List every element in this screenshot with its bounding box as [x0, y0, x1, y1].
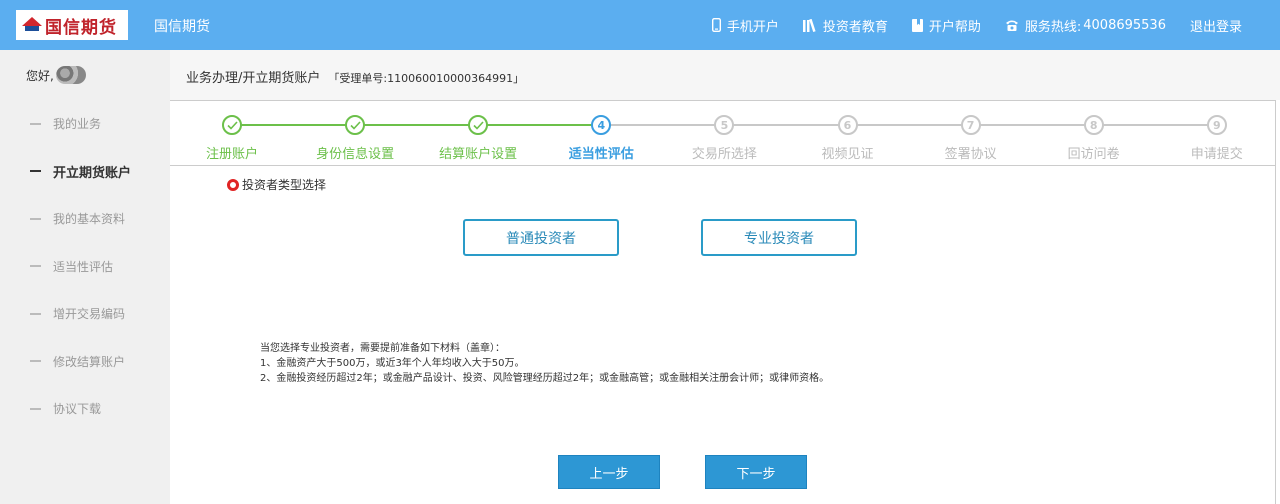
step-number-circle: 9	[1206, 115, 1227, 135]
step-connector	[1093, 124, 1217, 126]
bullet-ring-icon	[227, 178, 239, 191]
step-number-circle: 6	[837, 115, 858, 135]
prev-step-button[interactable]: 上一步	[558, 455, 660, 489]
sidebar-item-label: 增开交易编码	[53, 307, 126, 322]
hotline-label: 服务热线:	[1024, 19, 1082, 35]
step-connector	[478, 124, 602, 126]
sidebar-item-label: 我的业务	[53, 117, 102, 132]
hotline-number: 4008695536	[1083, 17, 1166, 33]
step-progress: 注册账户 身份信息设置 结算账户设置 4 适当性评估 5 交易所选择 6 视频见证 7 签署协议 8 回…	[170, 101, 1276, 166]
step-label: 回访问卷	[1067, 147, 1120, 162]
sidebar: 您好, 我的业务 开立期货账户 我的基本资料 适当性评估 增开交易编码 修改结算…	[0, 50, 170, 504]
sidebar-item-open-futures-account[interactable]: 开立期货账户	[0, 148, 170, 196]
brand-name[interactable]: 国信期货	[154, 16, 210, 36]
professional-requirements-notes: 当您选择专业投资者，需要提前准备如下材料（盖章）： 1、金融资产大于500万，或…	[260, 341, 829, 386]
sidebar-item-label: 开立期货账户	[53, 165, 132, 181]
step-label: 适当性评估	[568, 147, 634, 162]
mobile-icon	[711, 18, 721, 32]
step-number-circle: 4	[591, 115, 612, 135]
logo-mark-icon	[22, 17, 42, 33]
sidebar-item-basic-info[interactable]: 我的基本资料	[0, 195, 170, 243]
breadcrumb: 业务办理/开立期货账户 「受理单号:110060010000364991」	[186, 67, 524, 86]
step-number-circle: 8	[1083, 115, 1104, 135]
dash-icon	[30, 122, 41, 125]
phone-icon	[1005, 20, 1018, 31]
next-step-button[interactable]: 下一步	[705, 455, 807, 489]
main-content: 注册账户 身份信息设置 结算账户设置 4 适当性评估 5 交易所选择 6 视频见证 7 签署协议 8 回…	[170, 100, 1276, 504]
professional-investor-button[interactable]: 专业投资者	[701, 219, 857, 256]
dash-icon	[30, 170, 41, 173]
ticket-number: 「受理单号:110060010000364991」	[328, 72, 525, 85]
books-icon	[802, 18, 816, 32]
sidebar-item-my-business[interactable]: 我的业务	[0, 100, 170, 148]
nav-hotline: 服务热线: 4008695536	[1005, 16, 1166, 35]
ordinary-investor-button[interactable]: 普通投资者	[463, 219, 619, 256]
user-greeting: 您好,	[26, 66, 86, 84]
greeting-text: 您好,	[26, 68, 54, 83]
top-header: 国信期货 国信期货 手机开户 投资者教育 开户帮助 服务热线: 40086955…	[0, 0, 1280, 50]
step-connector	[970, 124, 1094, 126]
bookmark-icon	[911, 18, 923, 32]
step-label: 交易所选择	[691, 147, 757, 162]
step-number-circle: 5	[714, 115, 735, 135]
section-title: 投资者类型选择	[227, 176, 326, 193]
sidebar-item-suitability[interactable]: 适当性评估	[0, 243, 170, 291]
sidebar-item-add-trading-code[interactable]: 增开交易编码	[0, 290, 170, 338]
step-check-icon	[468, 115, 489, 135]
step-connector	[355, 124, 479, 126]
header-nav: 手机开户 投资者教育 开户帮助 服务热线: 4008695536 退出登录	[688, 0, 1242, 50]
logout-link[interactable]: 退出登录	[1190, 16, 1242, 35]
avatar[interactable]	[55, 66, 86, 84]
step-label: 申请提交	[1190, 147, 1243, 162]
sidebar-item-label: 修改结算账户	[53, 354, 126, 369]
sidebar-item-agreement-download[interactable]: 协议下载	[0, 385, 170, 433]
logout-label: 退出登录	[1189, 19, 1242, 35]
dash-icon	[30, 407, 41, 410]
nav-investor-education[interactable]: 投资者教育	[802, 16, 888, 35]
notes-line: 当您选择专业投资者，需要提前准备如下材料（盖章）：	[260, 343, 505, 354]
notes-line: 2、金融投资经历超过2年；或金融产品设计、投资、风险管理经历超过2年；或金融高管…	[260, 373, 830, 384]
step-check-icon	[222, 115, 242, 135]
logo-text: 国信期货	[45, 17, 117, 38]
nav-mobile-open[interactable]: 手机开户	[711, 16, 779, 35]
step-label: 身份信息设置	[316, 147, 395, 162]
step-connector	[847, 124, 971, 126]
sidebar-item-label: 协议下载	[53, 402, 102, 417]
nav-investor-education-label: 投资者教育	[822, 19, 888, 35]
nav-account-help[interactable]: 开户帮助	[911, 16, 981, 35]
dash-icon	[30, 217, 41, 220]
nav-mobile-open-label: 手机开户	[726, 19, 779, 35]
step-label: 签署协议	[944, 147, 997, 162]
dash-icon	[30, 312, 41, 315]
step-connector	[232, 124, 356, 126]
sidebar-item-modify-settlement[interactable]: 修改结算账户	[0, 338, 170, 386]
company-logo[interactable]: 国信期货	[16, 10, 128, 40]
step-label: 结算账户设置	[439, 147, 518, 162]
breadcrumb-bar: 业务办理/开立期货账户 「受理单号:110060010000364991」	[170, 50, 1280, 100]
nav-account-help-label: 开户帮助	[928, 19, 981, 35]
step-label: 视频见证	[821, 147, 874, 162]
step-check-icon	[345, 115, 366, 135]
sidebar-item-label: 我的基本资料	[53, 212, 126, 227]
dash-icon	[30, 265, 41, 268]
dash-icon	[30, 360, 41, 363]
step-number-circle: 7	[960, 115, 981, 135]
step-label: 注册账户	[205, 147, 258, 162]
breadcrumb-path: 业务办理/开立期货账户	[186, 71, 321, 86]
step-connector	[601, 124, 725, 126]
sidebar-menu: 我的业务 开立期货账户 我的基本资料 适当性评估 增开交易编码 修改结算账户 协…	[0, 100, 170, 433]
notes-line: 1、金融资产大于500万，或近3年个人年均收入大于50万。	[260, 358, 525, 369]
section-title-text: 投资者类型选择	[242, 178, 327, 192]
sidebar-item-label: 适当性评估	[53, 259, 114, 274]
step-connector	[724, 124, 848, 126]
